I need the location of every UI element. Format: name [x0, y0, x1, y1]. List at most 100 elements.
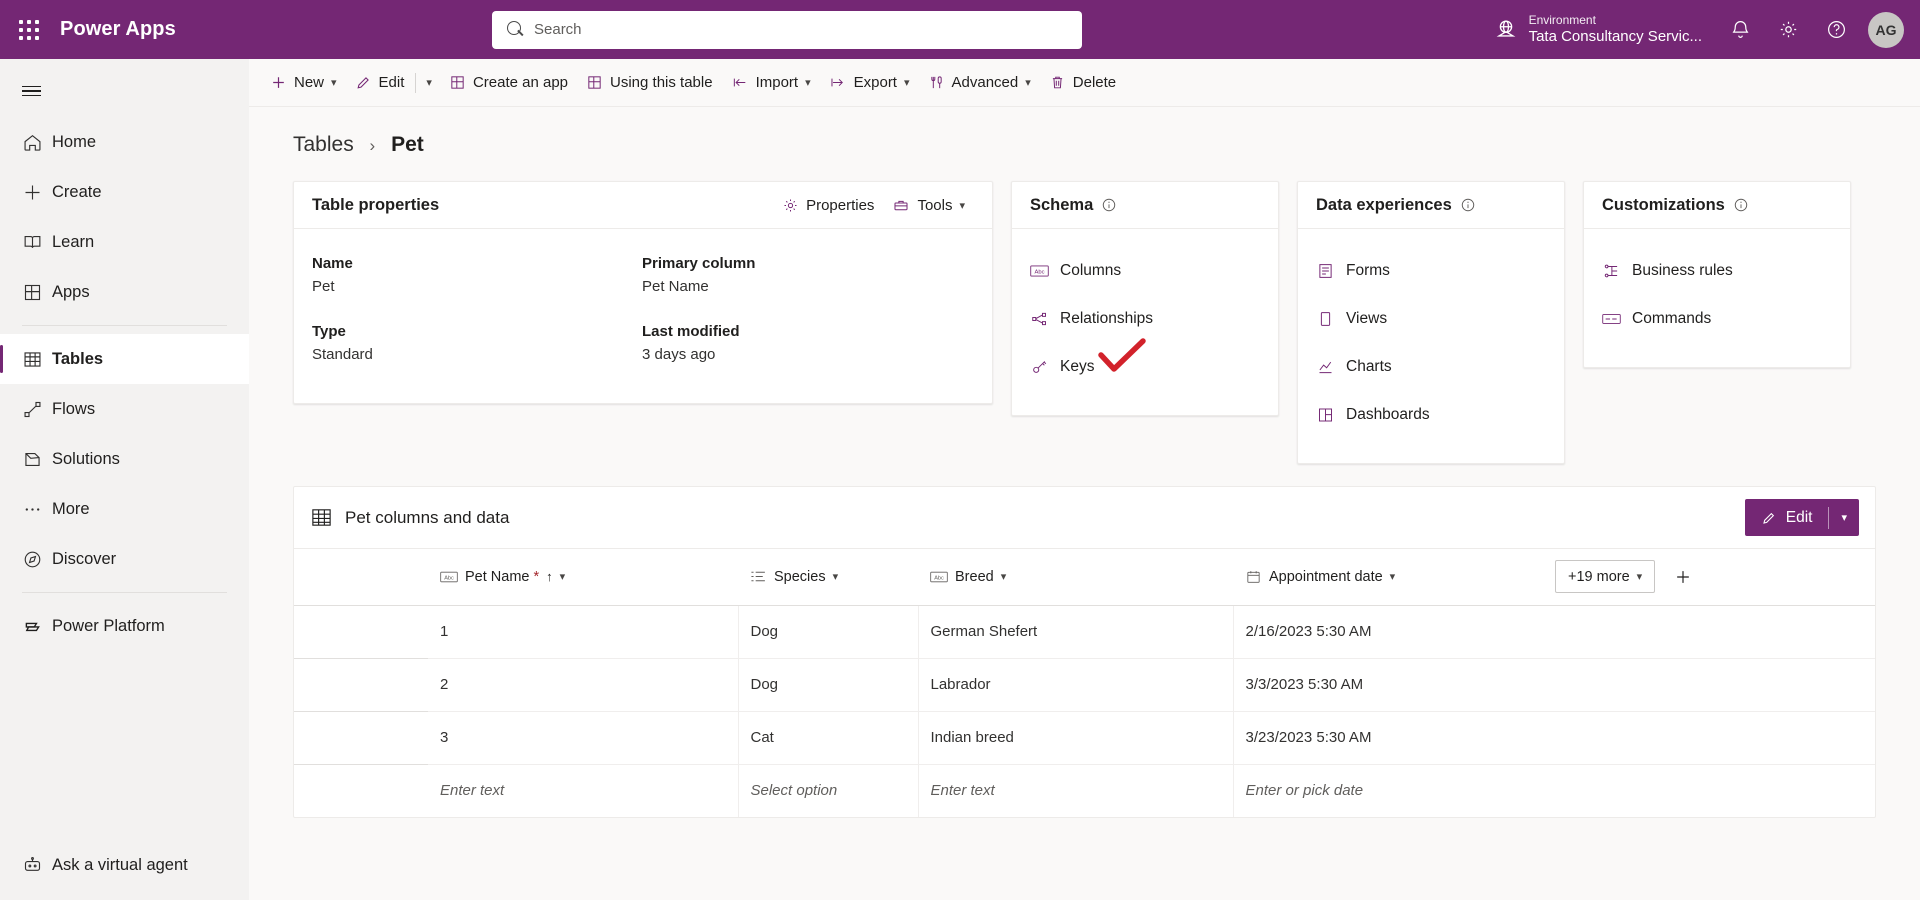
data-experiences-link-forms[interactable]: Forms: [1316, 247, 1546, 295]
info-icon[interactable]: [1460, 197, 1476, 213]
chevron-down-icon[interactable]: ▾: [833, 570, 839, 583]
schema-link-keys[interactable]: Keys: [1030, 343, 1260, 391]
brand-title[interactable]: Power Apps: [60, 18, 176, 41]
new-cell-appointment[interactable]: Enter or pick date: [1233, 764, 1543, 817]
sidebar-item-discover[interactable]: Discover: [0, 534, 249, 584]
row-gutter: [294, 711, 428, 764]
breadcrumb-tables[interactable]: Tables: [293, 133, 354, 156]
bell-icon[interactable]: [1716, 0, 1764, 59]
column-header-breed[interactable]: Abc Breed ▾: [918, 549, 1233, 605]
sidebar-item-tables[interactable]: Tables: [0, 334, 249, 384]
data-experiences-link-charts[interactable]: Charts: [1316, 343, 1546, 391]
export-icon: [829, 74, 847, 91]
data-experiences-card: Data experiences: [1297, 181, 1565, 464]
cell-appointment[interactable]: 2/16/2023 5:30 AM: [1233, 605, 1543, 658]
more-columns-button[interactable]: +19 more ▾: [1555, 560, 1655, 593]
advanced-button[interactable]: Advanced ▾: [919, 66, 1040, 100]
required-asterisk: *: [533, 569, 539, 585]
question-icon[interactable]: [1812, 0, 1860, 59]
new-button[interactable]: New ▾: [261, 66, 346, 100]
sidebar-item-power-platform[interactable]: Power Platform: [0, 601, 249, 651]
delete-button[interactable]: Delete: [1040, 66, 1125, 100]
cell-pet-name[interactable]: 3: [428, 711, 738, 764]
data-experiences-item-label: Views: [1346, 310, 1387, 328]
new-cell-pet-name[interactable]: Enter text: [428, 764, 738, 817]
cell-species[interactable]: Cat: [738, 711, 918, 764]
cell-breed[interactable]: Indian breed: [918, 711, 1233, 764]
data-experiences-link-dashboards[interactable]: Dashboards: [1316, 391, 1546, 439]
field-label: Last modified: [642, 315, 974, 342]
search-input[interactable]: [534, 21, 1070, 38]
customizations-link-business-rules[interactable]: Business rules: [1602, 247, 1832, 295]
table-row[interactable]: 3 Cat Indian breed 3/23/2023 5:30 AM: [294, 711, 1875, 764]
customizations-link-commands[interactable]: Commands: [1602, 295, 1832, 343]
using-this-table-button[interactable]: Using this table: [577, 66, 722, 100]
create-an-app-label: Create an app: [473, 74, 568, 91]
chevron-down-icon[interactable]: ▾: [426, 76, 432, 89]
data-experiences-body: Forms Views: [1298, 229, 1564, 463]
column-header-label: Pet Name: [465, 569, 529, 585]
chevron-down-icon[interactable]: ▾: [1637, 570, 1643, 583]
tools-icon: [928, 74, 945, 91]
create-an-app-button[interactable]: Create an app: [440, 66, 577, 100]
chevron-down-icon[interactable]: ▾: [1001, 570, 1007, 583]
cell-species[interactable]: Dog: [738, 658, 918, 711]
sort-ascending-icon[interactable]: ↑: [546, 569, 553, 584]
avatar[interactable]: AG: [1868, 12, 1904, 48]
data-experiences-link-views[interactable]: Views: [1316, 295, 1546, 343]
global-search[interactable]: [492, 11, 1082, 49]
cell-pet-name[interactable]: 2: [428, 658, 738, 711]
sidebar-item-create[interactable]: Create: [0, 167, 249, 217]
schema-link-columns[interactable]: Abc Columns: [1030, 247, 1260, 295]
chevron-down-icon[interactable]: ▾: [560, 570, 566, 583]
sidebar-item-home[interactable]: Home: [0, 117, 249, 167]
tools-button[interactable]: Tools ▾: [883, 190, 974, 220]
add-column-button[interactable]: [1673, 567, 1693, 587]
chevron-down-icon[interactable]: ▾: [331, 76, 337, 89]
chevron-down-icon[interactable]: ▾: [1390, 570, 1396, 583]
new-cell-breed[interactable]: Enter text: [918, 764, 1233, 817]
sidebar-item-flows[interactable]: Flows: [0, 384, 249, 434]
info-icon[interactable]: [1101, 197, 1117, 213]
cell-appointment[interactable]: 3/3/2023 5:30 AM: [1233, 658, 1543, 711]
chevron-down-icon[interactable]: ▾: [959, 199, 965, 212]
cell-species[interactable]: Dog: [738, 605, 918, 658]
new-cell-species[interactable]: Select option: [738, 764, 918, 817]
edit-dropdown[interactable]: ▾: [418, 66, 440, 100]
schema-link-relationships[interactable]: Relationships: [1030, 295, 1260, 343]
chevron-down-icon[interactable]: ▾: [904, 76, 910, 89]
column-header-pet-name[interactable]: Abc Pet Name * ↑ ▾: [428, 549, 738, 605]
sidebar-item-apps[interactable]: Apps: [0, 267, 249, 317]
cell-breed[interactable]: German Shefert: [918, 605, 1233, 658]
sidebar-item-learn[interactable]: Learn: [0, 217, 249, 267]
column-header-appointment-date[interactable]: Appointment date ▾: [1233, 549, 1543, 605]
customizations-body: Business rules Commands: [1584, 229, 1850, 367]
field-value: 3 days ago: [642, 346, 974, 379]
cell-pet-name[interactable]: 1: [428, 605, 738, 658]
app-launcher-icon[interactable]: [0, 20, 58, 40]
pencil-icon: [355, 74, 372, 91]
hamburger-icon[interactable]: [0, 65, 249, 117]
table-row[interactable]: 2 Dog Labrador 3/3/2023 5:30 AM: [294, 658, 1875, 711]
sidebar-item-solutions[interactable]: Solutions: [0, 434, 249, 484]
sidebar-item-label: Create: [52, 183, 102, 202]
grid-edit-button[interactable]: Edit ▾: [1745, 499, 1859, 536]
chevron-down-icon[interactable]: ▾: [1829, 511, 1859, 524]
cell-breed[interactable]: Labrador: [918, 658, 1233, 711]
chevron-down-icon[interactable]: ▾: [1025, 76, 1031, 89]
chevron-down-icon[interactable]: ▾: [805, 76, 811, 89]
cell-appointment[interactable]: 3/23/2023 5:30 AM: [1233, 711, 1543, 764]
export-button[interactable]: Export ▾: [820, 66, 919, 100]
environment-picker[interactable]: Environment Tata Consultancy Servic...: [1479, 0, 1716, 59]
table-row[interactable]: 1 Dog German Shefert 2/16/2023 5:30 AM: [294, 605, 1875, 658]
edit-button[interactable]: Edit: [346, 66, 414, 100]
gear-icon[interactable]: [1764, 0, 1812, 59]
column-header-species[interactable]: Species ▾: [738, 549, 918, 605]
sidebar-item-more[interactable]: More: [0, 484, 249, 534]
sidebar-item-ask-virtual-agent[interactable]: Ask a virtual agent: [0, 840, 249, 890]
new-row[interactable]: Enter text Select option Enter text Ente…: [294, 764, 1875, 817]
import-button[interactable]: Import ▾: [722, 66, 820, 100]
info-icon[interactable]: [1733, 197, 1749, 213]
data-experiences-item-label: Dashboards: [1346, 406, 1430, 424]
properties-button[interactable]: Properties: [773, 190, 883, 220]
